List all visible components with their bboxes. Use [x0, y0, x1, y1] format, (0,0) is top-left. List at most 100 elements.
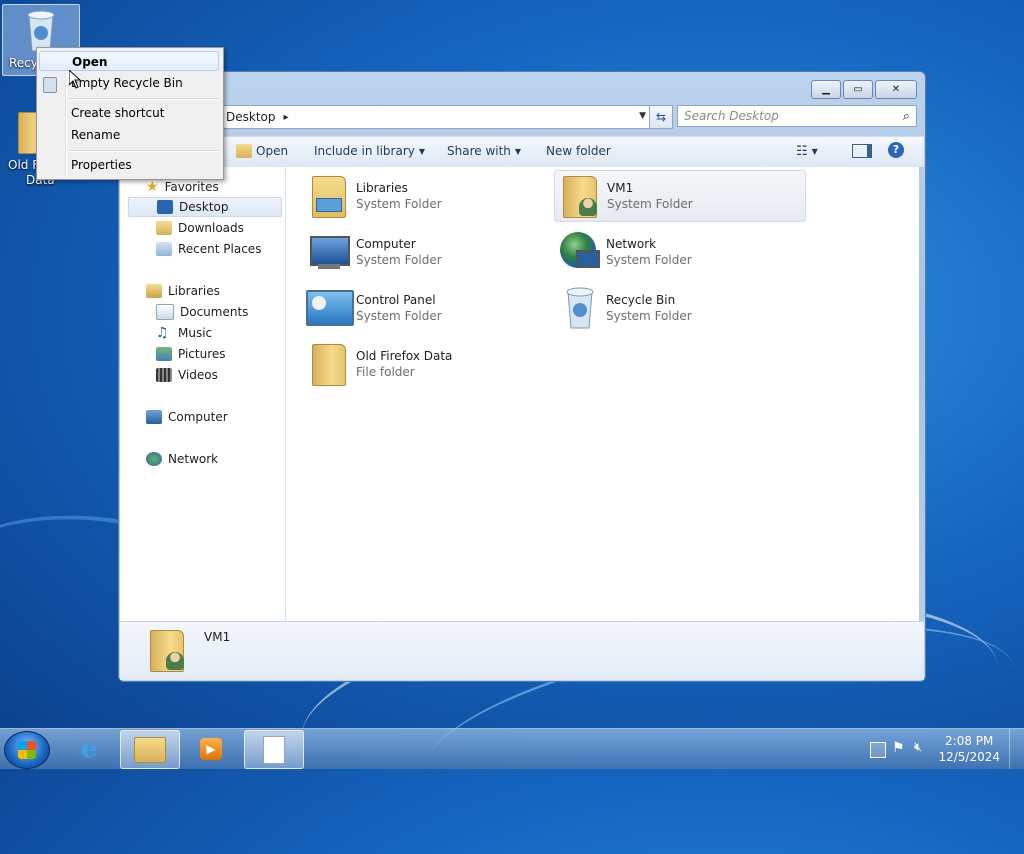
control-panel-icon	[304, 284, 354, 332]
clock-date: 12/5/2024	[938, 750, 1000, 764]
address-bar[interactable]: Desktop ▸ ▼	[221, 105, 651, 129]
nav-pictures[interactable]: Pictures	[156, 344, 226, 364]
refresh-icon: ⇆	[655, 110, 667, 124]
change-view-button[interactable]: ☷ ▼	[796, 144, 818, 159]
item-name: Old Firefox Data	[356, 349, 453, 363]
minimize-button[interactable]: ▁	[811, 80, 841, 99]
item-control-panel[interactable]: Control Panel System Folder	[304, 283, 554, 333]
new-folder-label: New folder	[546, 144, 611, 158]
item-computer[interactable]: Computer System Folder	[304, 227, 554, 277]
breadcrumb-arrow-icon[interactable]: ▸	[284, 112, 289, 123]
open-button[interactable]: Open	[236, 144, 288, 158]
internet-explorer-icon: e	[80, 733, 98, 764]
item-libraries[interactable]: Libraries System Folder	[304, 171, 554, 221]
nav-videos[interactable]: Videos	[156, 365, 218, 385]
item-network[interactable]: Network System Folder	[554, 227, 804, 277]
menu-item-rename[interactable]: Rename	[71, 125, 120, 145]
nav-label: Music	[178, 326, 213, 340]
item-name: Network	[606, 237, 657, 251]
network-globe-icon	[554, 228, 602, 276]
volume-muted-icon[interactable]: 🔇︎	[914, 740, 922, 755]
address-path[interactable]: Desktop	[226, 110, 276, 124]
include-in-library-button[interactable]: Include in library ▼	[314, 144, 425, 158]
action-center-flag-icon[interactable]: ⚑	[892, 740, 905, 756]
window-controls: ▁ ▭ ✕	[811, 80, 917, 99]
new-folder-button[interactable]: New folder	[546, 144, 611, 158]
preview-pane-icon	[852, 144, 872, 158]
taskbar: e ▶ ⚑ 🔇︎ 2:08 PM 12/5/2024	[0, 728, 1024, 769]
menu-item-open[interactable]: Open	[39, 51, 219, 71]
nav-documents[interactable]: Documents	[156, 302, 248, 322]
computer-icon	[146, 410, 162, 424]
share-with-button[interactable]: Share with ▼	[447, 144, 521, 158]
menu-item-empty-recycle-bin[interactable]: Empty Recycle Bin	[71, 73, 183, 93]
star-icon: ★	[146, 179, 159, 195]
open-label: Open	[256, 144, 289, 158]
minimize-icon: ▁	[822, 84, 830, 95]
folder-icon	[304, 340, 352, 388]
network-icon	[146, 452, 162, 466]
nav-label: Pictures	[178, 347, 226, 361]
item-old-firefox-data[interactable]: Old Firefox Data File folder	[304, 339, 554, 389]
libraries-icon	[146, 284, 162, 298]
navigation-pane: ★ Favorites Desktop Downloads Recent Pla…	[120, 167, 286, 621]
item-name: Libraries	[356, 181, 408, 195]
context-menu: Open Empty Recycle Bin Create shortcut R…	[36, 47, 224, 180]
item-type: System Folder	[356, 253, 442, 267]
nav-label: Network	[168, 452, 219, 466]
preview-pane-button[interactable]	[852, 144, 872, 158]
nav-downloads[interactable]: Downloads	[156, 218, 244, 238]
command-bar: Open Include in library ▼ Share with ▼ N…	[120, 136, 924, 168]
item-name: Control Panel	[356, 293, 436, 307]
include-in-library-label: Include in library	[314, 144, 415, 158]
item-vm1[interactable]: VM1 System Folder	[554, 170, 806, 222]
show-desktop-button[interactable]	[1009, 729, 1024, 769]
menu-item-properties[interactable]: Properties	[71, 155, 132, 175]
address-dropdown-icon[interactable]: ▼	[639, 111, 646, 121]
network-tray-icon[interactable]	[870, 742, 886, 758]
downloads-icon	[156, 221, 172, 235]
details-name: VM1	[204, 630, 231, 644]
open-folder-icon	[236, 144, 252, 158]
menu-item-create-shortcut[interactable]: Create shortcut	[71, 103, 164, 123]
item-name: Recycle Bin	[606, 293, 676, 307]
help-button[interactable]: ?	[888, 142, 904, 158]
menu-separator	[69, 150, 219, 152]
search-icon[interactable]: ⌕	[903, 109, 910, 124]
videos-icon	[156, 368, 172, 382]
maximize-icon: ▭	[853, 84, 863, 95]
libraries-icon	[304, 172, 352, 220]
start-button[interactable]	[4, 731, 50, 769]
nav-label: Documents	[180, 305, 249, 319]
nav-label: Videos	[178, 368, 218, 382]
nav-libraries[interactable]: Libraries	[146, 281, 220, 301]
nav-network[interactable]: Network	[146, 449, 218, 469]
nav-favorites[interactable]: ★ Favorites	[146, 177, 219, 197]
maximize-button[interactable]: ▭	[843, 80, 873, 99]
taskbar-internet-explorer[interactable]: e	[60, 730, 118, 767]
taskbar-notepad[interactable]	[244, 730, 304, 769]
nav-desktop[interactable]: Desktop	[128, 197, 282, 217]
refresh-button[interactable]: ⇆	[649, 105, 673, 129]
view-options-icon: ☷	[796, 144, 808, 159]
close-button[interactable]: ✕	[875, 80, 917, 99]
music-icon: ♫	[156, 325, 169, 341]
item-recycle-bin[interactable]: Recycle Bin System Folder	[554, 283, 804, 333]
nav-music[interactable]: ♫ Music	[156, 323, 212, 343]
recent-places-icon	[156, 242, 172, 256]
search-placeholder: Search Desktop	[684, 109, 779, 123]
recycle-bin-icon	[554, 284, 602, 332]
taskbar-windows-explorer[interactable]	[120, 730, 180, 769]
nav-computer[interactable]: Computer	[146, 407, 228, 427]
clock[interactable]: 2:08 PM 12/5/2024	[938, 733, 1000, 765]
taskbar-media-player[interactable]: ▶	[182, 730, 240, 767]
folder-icon	[134, 736, 166, 763]
media-player-icon: ▶	[200, 737, 222, 760]
item-type: File folder	[356, 365, 415, 379]
item-name: Computer	[356, 237, 416, 251]
chevron-down-icon: ▼	[514, 146, 522, 156]
nav-recent-places[interactable]: Recent Places	[156, 239, 261, 259]
recycle-bin-small-icon	[43, 77, 57, 93]
explorer-window[interactable]: ▁ ▭ ✕ Desktop ▸ ▼ ⇆ Search Desktop ⌕ Ope…	[118, 71, 926, 682]
search-input[interactable]: Search Desktop ⌕	[677, 105, 917, 127]
